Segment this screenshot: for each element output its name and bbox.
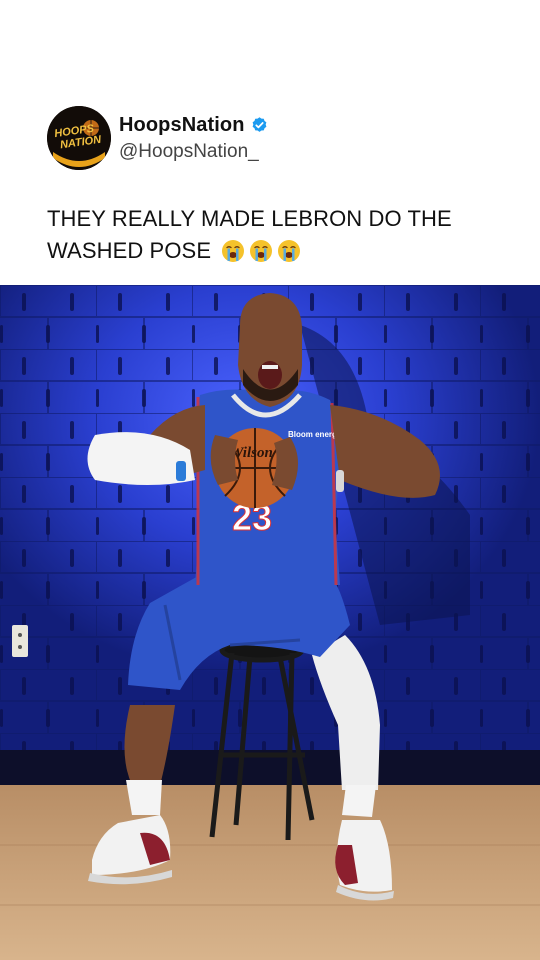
floor (0, 785, 540, 960)
hoopsnation-logo: HOOPS NATION (47, 106, 111, 170)
loudly-crying-face-icon (250, 240, 273, 262)
post-photo[interactable]: 23 Bloom energy Wilson (0, 285, 540, 960)
post-header: HOOPS NATION HoopsNation @HoopsNation_ (47, 106, 269, 170)
avatar[interactable]: HOOPS NATION (47, 106, 111, 170)
identity: HoopsNation @HoopsNation_ (119, 115, 269, 161)
loudly-crying-face-icon (222, 240, 245, 262)
handle[interactable]: @HoopsNation_ (119, 142, 269, 161)
loudly-crying-face-icon (278, 240, 301, 262)
display-name[interactable]: HoopsNation (119, 115, 245, 135)
emoji-row (221, 239, 301, 263)
wall-outlet (12, 625, 28, 657)
post-caption: THEY REALLY MADE LEBRON DO THE WASHED PO… (47, 203, 507, 267)
photo-illustration: 23 Bloom energy Wilson (0, 285, 540, 960)
ball-brand: Wilson (230, 445, 273, 461)
verified-badge-icon (252, 116, 266, 132)
display-name-row: HoopsNation (119, 115, 269, 135)
